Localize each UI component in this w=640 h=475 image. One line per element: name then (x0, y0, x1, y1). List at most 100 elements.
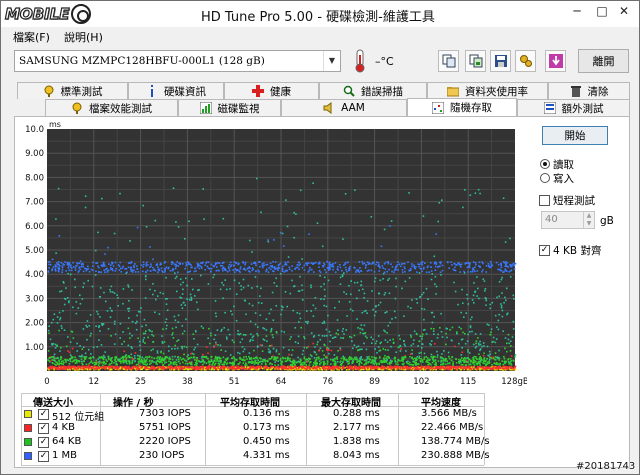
scatter-point (156, 295, 159, 297)
x-tick-label: 25 (135, 377, 146, 387)
series-point (195, 357, 198, 359)
start-button[interactable]: 開始 (542, 126, 608, 145)
row-checkbox[interactable]: ✓ (38, 423, 49, 434)
tab-disk-info[interactable]: 硬碟資訊 (128, 82, 224, 99)
scatter-point (484, 289, 486, 292)
save-button[interactable] (490, 50, 511, 72)
series-point (130, 266, 133, 269)
download-button[interactable] (545, 50, 566, 72)
series-point (330, 349, 333, 352)
scatter-point (408, 277, 411, 279)
series-point (430, 270, 433, 272)
series-point (509, 264, 512, 267)
series-point (62, 363, 64, 365)
series-point (205, 356, 207, 358)
scatter-point (471, 299, 474, 301)
close-button[interactable]: ✕ (613, 1, 635, 21)
drive-select[interactable]: SAMSUNG MZMPC128HBFU-000L1 (128 gB) ▼ (14, 50, 341, 72)
tab-health[interactable]: 健康 (224, 82, 319, 99)
series-point (326, 361, 329, 363)
series-point (182, 358, 184, 360)
series-point (454, 345, 456, 348)
scatter-point (60, 290, 63, 292)
scatter-point (500, 303, 502, 305)
tab-disk-monitor[interactable]: 磁碟監視 (178, 99, 281, 116)
short-stroke-checkbox[interactable] (539, 195, 550, 206)
series-point (473, 364, 476, 366)
scatter-point (454, 290, 457, 293)
series-point (190, 362, 193, 364)
scatter-point (509, 276, 512, 278)
menu-help[interactable]: 說明(H) (64, 29, 103, 45)
short-stroke-size-input[interactable]: 40 ▲ ▼ (541, 211, 595, 229)
series-point (265, 263, 267, 266)
series-point (383, 368, 386, 370)
copy-button[interactable] (438, 50, 459, 72)
scatter-point (460, 311, 462, 314)
read-radio[interactable] (540, 159, 550, 169)
series-point (78, 262, 81, 265)
series-point (467, 361, 469, 363)
scatter-point (188, 220, 190, 223)
tab-aam[interactable]: AAM (281, 99, 407, 116)
series-point (467, 357, 469, 359)
scatter-point (421, 308, 423, 310)
series-point (392, 338, 394, 341)
spinner-icon[interactable]: ▲ ▼ (583, 212, 594, 228)
tab-extra-tests[interactable]: 額外測試 (517, 99, 630, 116)
scatter-point (85, 324, 87, 327)
maximize-button[interactable]: □ (591, 1, 613, 21)
write-radio[interactable] (540, 173, 550, 183)
scatter-point (240, 285, 242, 287)
series-point (127, 266, 130, 269)
scatter-point (299, 189, 302, 192)
align-4kb-checkbox[interactable]: ✓ (539, 245, 550, 256)
scatter-point (282, 306, 284, 309)
scatter-point (97, 358, 100, 360)
exit-button[interactable]: 離開 (578, 49, 629, 73)
series-point (188, 262, 190, 265)
series-point (174, 344, 176, 347)
scatter-point (176, 347, 179, 350)
scatter-point (462, 206, 464, 209)
scatter-point (117, 305, 119, 307)
tab-error-scan[interactable]: 錯誤掃描 (319, 82, 427, 99)
series-point (105, 366, 107, 368)
series-point (420, 351, 422, 354)
series-point (378, 270, 381, 272)
series-point (310, 268, 313, 271)
series-point (71, 331, 74, 333)
series-point (242, 358, 245, 361)
series-point (433, 355, 435, 358)
options-button[interactable] (515, 50, 536, 72)
scatter-point (177, 226, 180, 228)
tab-erase[interactable]: 清除 (548, 82, 630, 99)
row-checkbox[interactable]: ✓ (38, 437, 49, 448)
series-point (100, 361, 103, 364)
scatter-point (345, 293, 348, 295)
series-point (67, 267, 70, 269)
scatter-point (329, 340, 331, 343)
series-point (215, 360, 217, 362)
row-checkbox[interactable]: ✓ (38, 451, 49, 462)
menu-file[interactable]: 檔案(F) (13, 29, 50, 45)
row-checkbox[interactable]: ✓ (38, 409, 49, 420)
series-point (171, 327, 174, 330)
copy-screenshot-button[interactable] (465, 50, 486, 72)
tab-folder-usage[interactable]: 資料夾使用率 (427, 82, 548, 99)
scatter-point (461, 347, 463, 349)
tab-benchmark[interactable]: 標準測試 (17, 82, 128, 99)
minimize-button[interactable]: ─ (566, 1, 588, 21)
tab-random-access[interactable]: 隨機存取 (407, 98, 517, 116)
series-point (333, 360, 336, 363)
tab-file-benchmark[interactable]: 檔案效能測試 (45, 99, 178, 116)
series-point (416, 333, 418, 336)
series-point (319, 363, 321, 366)
series-point (468, 264, 471, 267)
series-point (351, 357, 353, 360)
scatter-point (275, 350, 278, 353)
series-point (259, 367, 262, 369)
chevron-down-icon[interactable]: ▼ (323, 51, 340, 71)
scatter-point (127, 344, 130, 347)
series-point (269, 363, 271, 365)
